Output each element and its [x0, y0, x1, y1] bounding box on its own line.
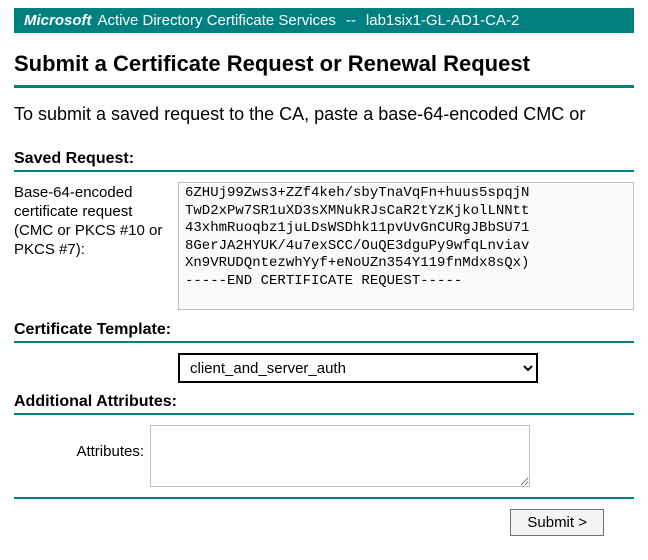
title-rule [14, 85, 634, 88]
bottom-rule [14, 497, 634, 499]
banner-service: Active Directory Certificate Services [98, 12, 336, 29]
banner-ca-name: lab1six1-GL-AD1-CA-2 [366, 12, 519, 29]
attributes-left-label: Attributes: [14, 425, 144, 460]
page-title: Submit a Certificate Request or Renewal … [14, 51, 634, 81]
additional-attributes-rule [14, 413, 634, 415]
banner-separator: -- [346, 12, 356, 29]
saved-request-row: Base-64-encoded certificate request (CMC… [14, 182, 634, 315]
attributes-textarea[interactable] [150, 425, 530, 487]
submit-button[interactable]: Submit > [510, 509, 604, 536]
certificate-template-label: Certificate Template: [14, 321, 634, 339]
saved-request-rule [14, 170, 634, 172]
submit-row: Submit > [14, 509, 634, 536]
certificate-template-row: client_and_server_auth [14, 353, 634, 383]
certificate-template-select[interactable]: client_and_server_auth [178, 353, 538, 383]
banner: Microsoft Active Directory Certificate S… [14, 8, 634, 33]
certificate-template-rule [14, 341, 634, 343]
saved-request-label: Saved Request: [14, 150, 634, 168]
intro-text: To submit a saved request to the CA, pas… [14, 102, 634, 126]
attributes-row: Attributes: [14, 425, 634, 487]
saved-request-left-label: Base-64-encoded certificate request (CMC… [14, 182, 174, 315]
banner-product: Microsoft [24, 12, 92, 29]
certificate-request-textarea[interactable] [178, 182, 634, 310]
additional-attributes-label: Additional Attributes: [14, 393, 634, 411]
